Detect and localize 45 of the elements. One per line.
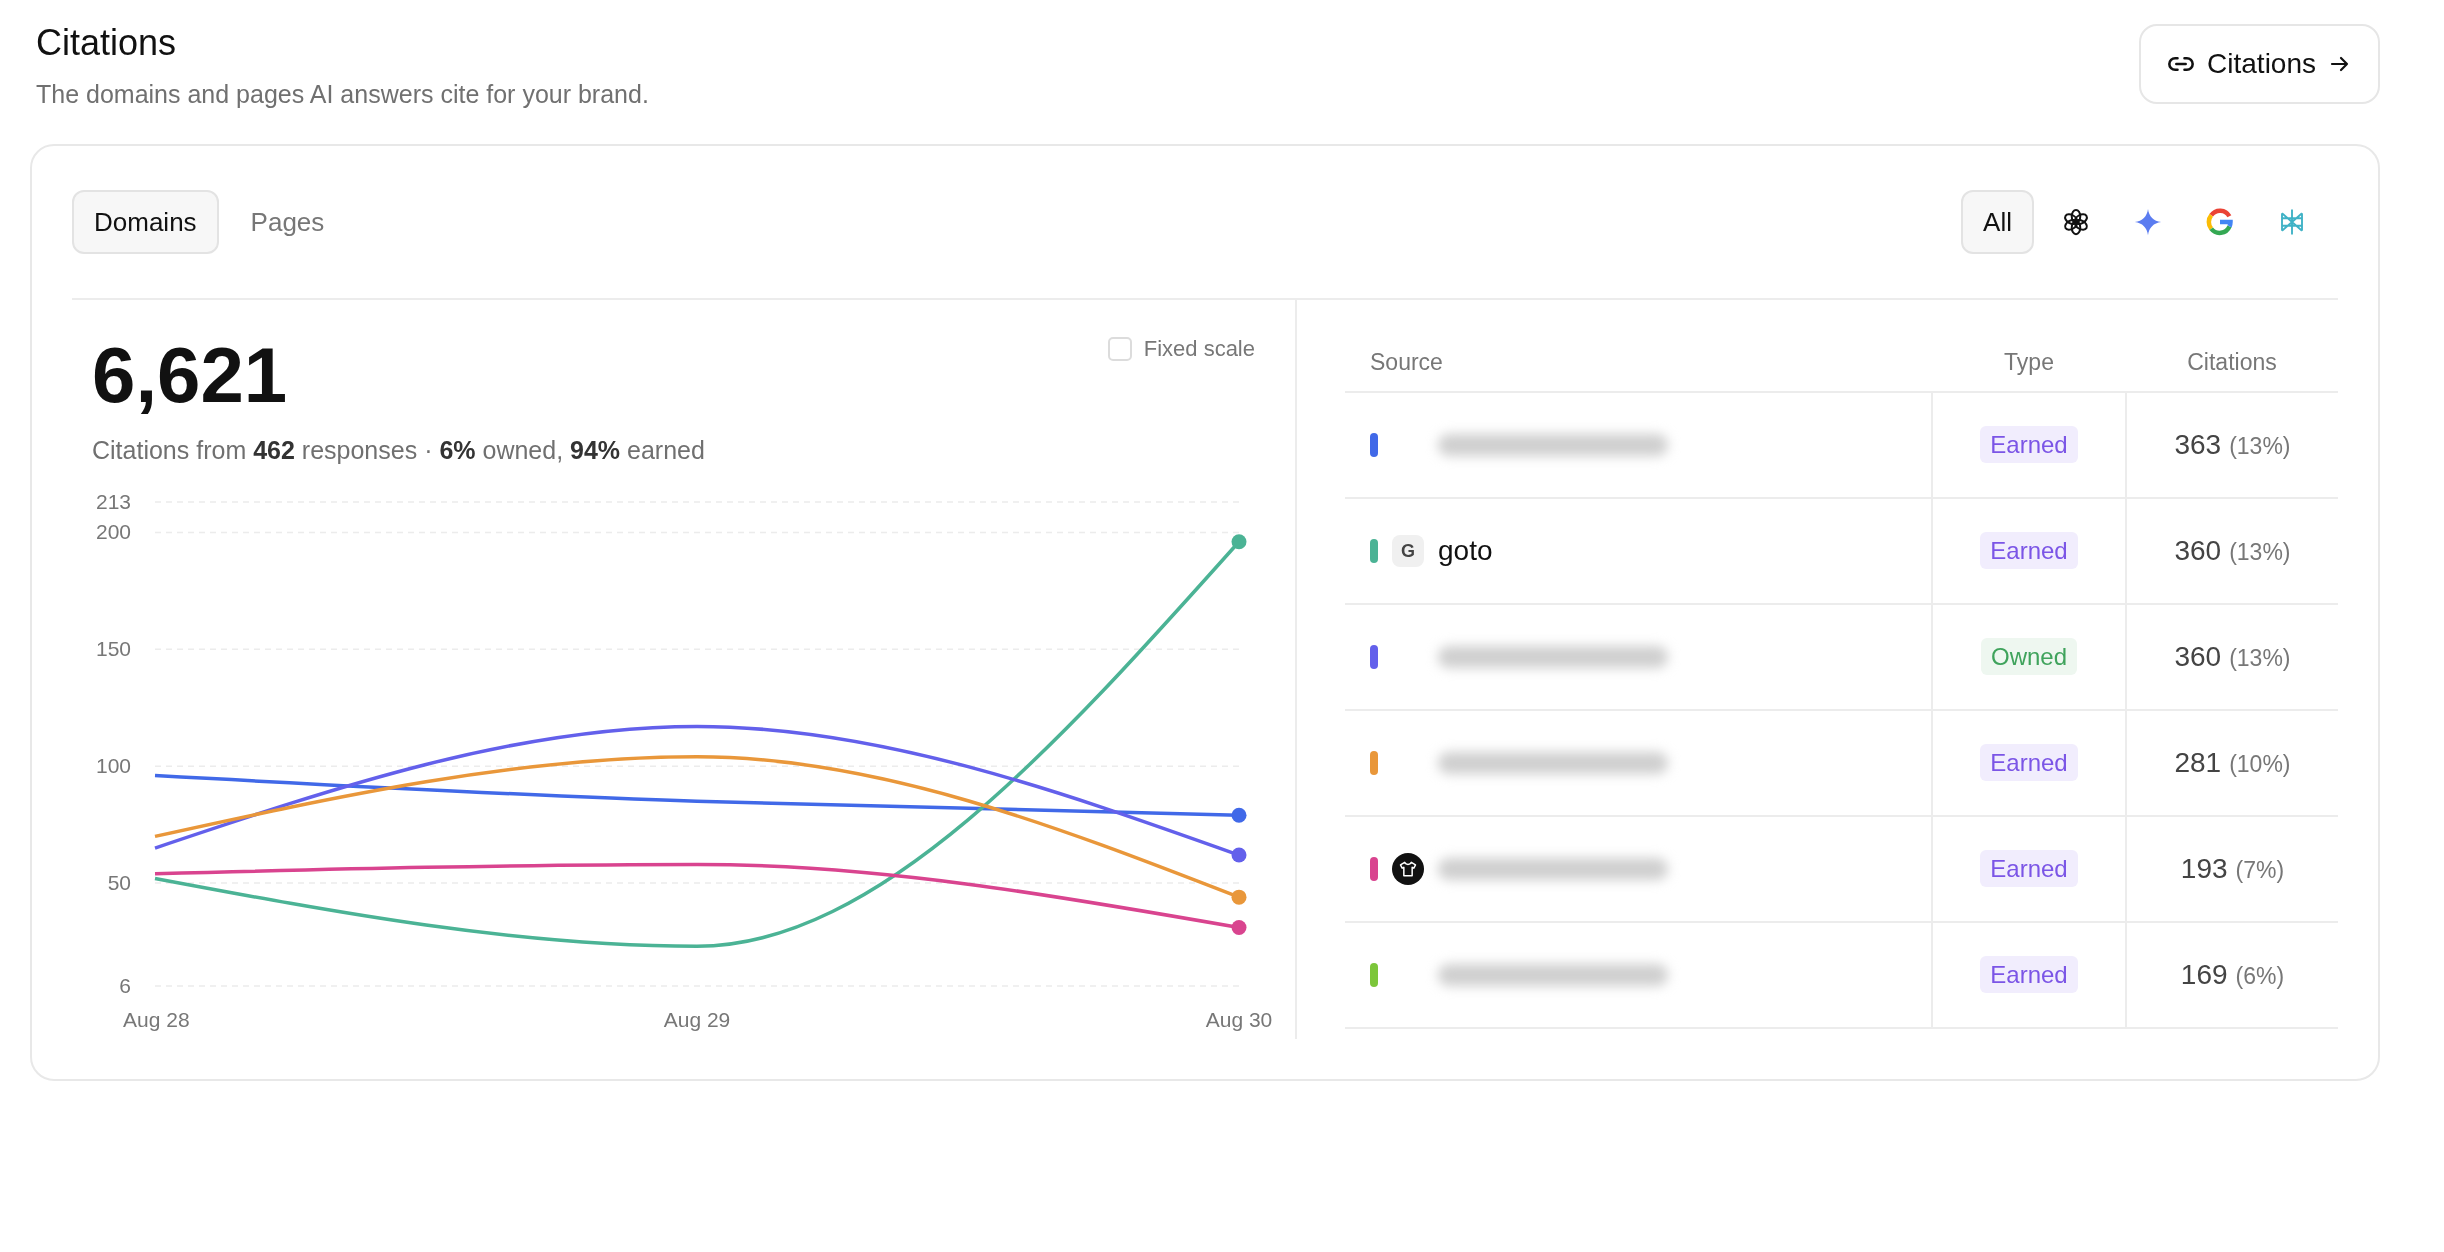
total-citations: 6,621 [92,336,289,414]
citation-share: (13%) [2229,539,2291,565]
view-tab[interactable]: Domains [72,190,219,254]
citations-link-button[interactable]: Citations [2139,24,2380,104]
fixed-scale-checkbox[interactable] [1107,337,1132,361]
type-tag: Owned [1980,638,2077,675]
citation-share: (13%) [2229,433,2291,459]
letter-favicon: G [1392,535,1424,567]
citation-share: (10%) [2229,751,2291,777]
column-header: Type [1932,334,2126,392]
y-axis-label: 200 [95,520,131,544]
type-tag: Earned [1980,956,2078,993]
y-axis-label: 50 [107,871,131,895]
type-tag: Earned [1980,426,2078,463]
type-tag: Earned [1980,850,2078,887]
column-header: Source [1345,334,1932,392]
page-title: Citations [36,22,178,64]
y-axis-label: 100 [95,754,131,778]
y-axis-label: 6 [119,974,131,997]
citation-count: 360 [2174,641,2222,672]
type-tag: Earned [1980,532,2078,569]
column-header: Citations [2126,334,2338,392]
fixed-scale-label: Fixed scale [1143,336,1255,362]
citation-share: (7%) [2235,857,2285,883]
citation-count: 363 [2174,429,2222,460]
citation-count: 169 [2180,959,2228,990]
source-name: goto [1438,535,1493,567]
type-tag: Earned [1980,744,2078,781]
citation-count: 193 [2180,853,2228,884]
view-tab[interactable]: Pages [228,190,347,254]
all-filter-button[interactable]: All [1961,190,2034,254]
y-axis-label: 213 [95,490,131,513]
citation-share: (6%) [2235,963,2285,989]
citations-summary: Citations from 462 responses · 6% owned, 94% earned [92,436,705,465]
x-axis-label: Aug 29 [663,1008,731,1031]
page-subtitle: The domains and pages AI answers cite for your brand. [36,80,649,109]
x-axis-label: Aug 28 [123,1008,190,1031]
g-logo-icon [2205,207,2235,237]
citation-count: 281 [2174,747,2222,778]
knot-logo-icon [2061,207,2091,237]
x-axis-label: Aug 30 [1205,1008,1273,1031]
citation-share: (13%) [2229,645,2291,671]
y-axis-label: 150 [95,637,131,661]
shirt-favicon-icon [1392,853,1424,885]
citation-count: 360 [2174,535,2222,566]
